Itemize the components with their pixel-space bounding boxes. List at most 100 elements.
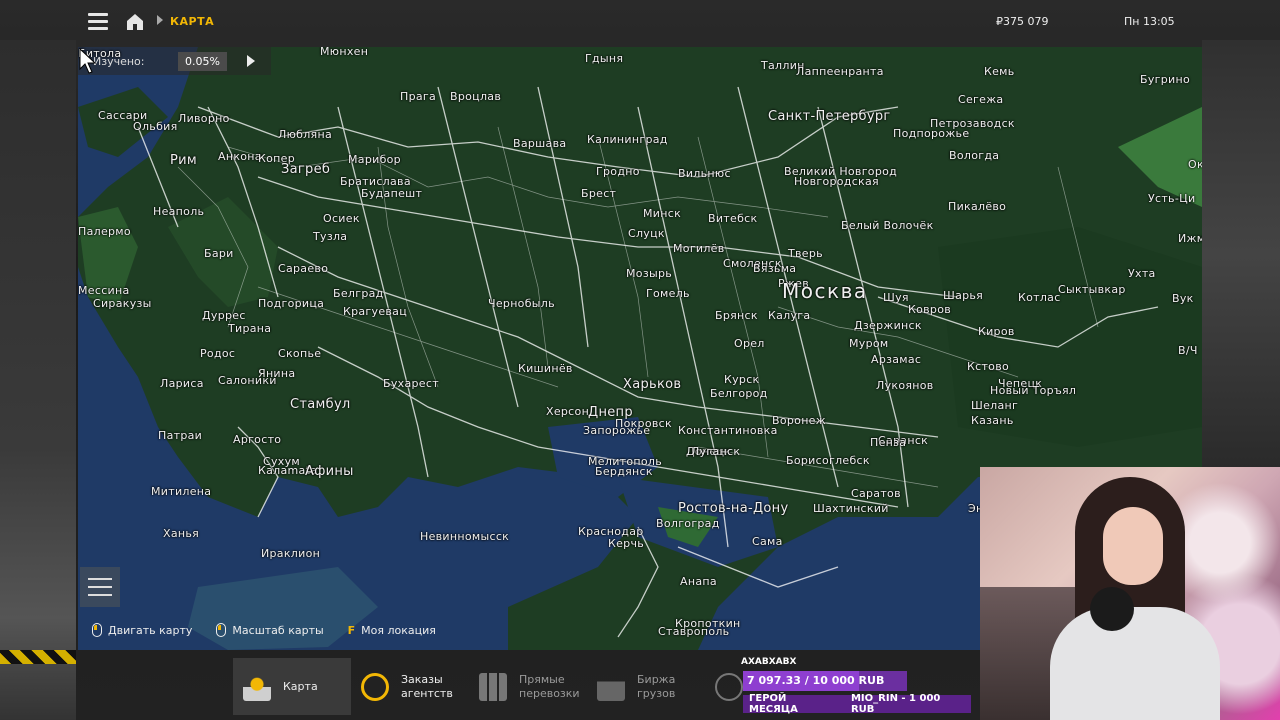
city-label: Покровск (615, 417, 672, 430)
city-label: Вязьма (753, 262, 797, 275)
city-label: Оку (1188, 158, 1202, 171)
city-label: Скопье (278, 347, 322, 360)
city-label: Мессина (78, 284, 130, 297)
truck-icon (597, 672, 625, 701)
city-label: Лукоянов (876, 379, 934, 392)
city-label: Аргосто (233, 433, 282, 446)
donor-username: AXABXABX (741, 657, 797, 667)
tab-label-line2: агентств (401, 686, 453, 700)
city-label: Минск (643, 207, 682, 220)
webcam-feed (980, 467, 1280, 720)
city-label: Сама (752, 535, 783, 548)
city-label: Рим (170, 153, 197, 168)
city-label: Москва (782, 279, 868, 303)
city-label: Витебск (708, 212, 758, 225)
microphone (1090, 587, 1134, 631)
city-label: Бугрино (1140, 73, 1190, 86)
mouse-left-icon (92, 623, 102, 637)
city-label: Вук (1172, 292, 1194, 305)
city-label: Курск (724, 373, 760, 386)
hazard-stripe (0, 650, 76, 664)
city-label: Вильнюс (678, 167, 731, 180)
donation-goal-bar: 7 097.33 / 10 000 RUB (743, 671, 907, 691)
breadcrumb-current[interactable]: КАРТА (170, 15, 214, 28)
city-label: Гродно (596, 165, 640, 178)
city-label: Борисоглебск (786, 454, 870, 467)
city-label: Варшава (513, 137, 567, 150)
city-label: Кстово (967, 360, 1010, 373)
tab-label-line2: грузов (637, 686, 676, 700)
city-label: Кишинёв (518, 362, 573, 375)
city-label: Херсон (546, 405, 590, 418)
city-label: Новгородская (794, 175, 879, 188)
expand-arrow-icon[interactable] (246, 55, 255, 67)
home-icon[interactable] (125, 12, 145, 32)
city-label: Харьков (623, 377, 682, 392)
tab-map[interactable]: Карта (233, 658, 351, 715)
city-label: Кемь (984, 65, 1015, 78)
city-label: Прага (400, 90, 437, 103)
city-label: Афины (305, 464, 354, 479)
city-label: Ираклион (261, 547, 321, 560)
city-label: Бердянск (595, 465, 653, 478)
city-label: Неаполь (153, 205, 205, 218)
tab-direct-transport[interactable]: Прямые перевозки (469, 658, 587, 715)
city-label: Любляна (278, 128, 332, 141)
tab-agency-orders[interactable]: Заказы агентств (351, 658, 469, 715)
city-label: Вологда (949, 149, 1000, 162)
city-label: Осиек (323, 212, 360, 225)
city-label: Константиновка (678, 424, 778, 437)
hint-zoom-map: Масштаб карты (216, 623, 324, 637)
city-label: Гомель (646, 287, 690, 300)
city-label: Митилена (151, 485, 212, 498)
city-label: Новый Торъял (990, 384, 1077, 397)
city-label: Лаппеенранта (796, 65, 884, 78)
city-label: Анапа (680, 575, 717, 588)
city-label: Белый Волочёк (841, 219, 934, 232)
control-hints: Двигать карту Масштаб карты F Моя локаци… (78, 619, 446, 641)
city-label: Муром (849, 337, 889, 350)
city-label: Янина (258, 367, 296, 380)
city-label: Шахтинский (813, 502, 889, 515)
city-label: Шарья (943, 289, 984, 302)
city-label: Крагуевац (343, 305, 408, 318)
hero-title: ГЕРОЙ МЕСЯЦА (749, 693, 798, 715)
city-label: Бухарест (383, 377, 439, 390)
explored-value: 0.05% (178, 51, 227, 71)
city-label: Тверь (788, 247, 823, 260)
tab-cargo-exchange[interactable]: Биржа грузов (587, 658, 705, 715)
city-label: Чернобыль (488, 297, 555, 310)
tab-label: Карта (283, 679, 318, 693)
city-label: Могилёв (673, 242, 725, 255)
city-label: Санкт-Петербург (768, 109, 891, 124)
city-label: Казань (971, 414, 1014, 427)
city-label: Дуррес (202, 309, 246, 322)
top-bar: КАРТА ₽375 079 Пн 13:05 (70, 0, 1210, 44)
tab-label: Биржа (637, 672, 676, 686)
city-label: Пикалёво (948, 200, 1007, 213)
map-legend-button[interactable] (80, 567, 120, 607)
city-label: Бари (204, 247, 234, 260)
game-clock: Пн 13:05 (1124, 15, 1175, 28)
city-label: Невинномысск (420, 530, 510, 543)
map-icon (243, 672, 271, 701)
city-label: Керчь (608, 537, 645, 550)
city-label: Вроцлав (450, 90, 502, 103)
city-label: Родос (200, 347, 236, 360)
city-label: Калининград (587, 133, 668, 146)
city-label: Сыктывкар (1058, 283, 1126, 296)
city-label: Луганск (691, 445, 741, 458)
hint-my-location: F Моя локация (348, 624, 436, 637)
hero-of-month: ГЕРОЙ МЕСЯЦА MIO_RIN - 1 000 RUB (743, 693, 971, 715)
city-label: Орел (734, 337, 765, 350)
city-label: Марибор (348, 153, 401, 166)
city-label: Загреб (281, 162, 331, 177)
city-label: Волгоград (656, 517, 720, 530)
hamburger-menu-icon[interactable] (88, 13, 108, 31)
city-label: Подгорица (258, 297, 325, 310)
city-label: Киров (978, 325, 1015, 338)
city-label: Арзамас (871, 353, 922, 366)
city-label: Слуцк (628, 227, 665, 240)
city-label: Пенза (870, 436, 907, 449)
city-label: Лариса (160, 377, 204, 390)
